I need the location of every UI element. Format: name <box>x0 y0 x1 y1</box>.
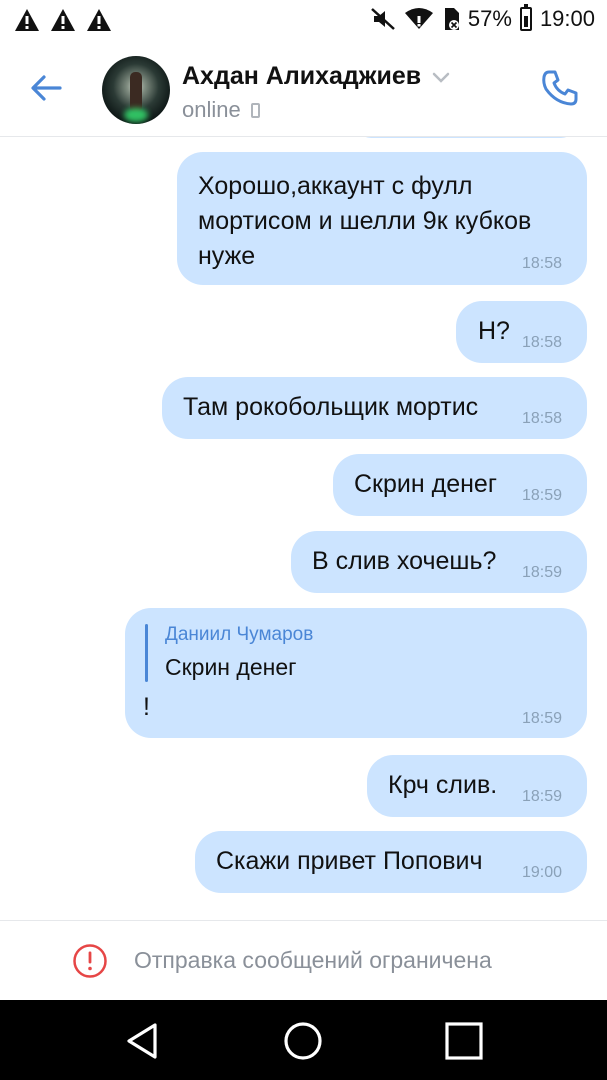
recents-nav-icon[interactable] <box>443 1020 485 1062</box>
reply-message-bubble[interactable]: Даниил Чумаров Скрин денег ! 18:59 <box>125 608 587 738</box>
chevron-down-icon[interactable] <box>432 72 450 84</box>
message-time: 18:58 <box>522 255 563 272</box>
reply-author[interactable]: Даниил Чумаров <box>165 624 313 646</box>
message-bubble[interactable]: Скажи привет Попович 19:00 <box>195 831 587 893</box>
message-text: Хорошо,аккаунт с фулл мортисом и шелли 9… <box>198 172 532 270</box>
message-bubble[interactable]: Скрин денег 18:59 <box>333 454 587 516</box>
back-arrow-icon[interactable] <box>26 70 66 106</box>
clock: 19:00 <box>539 6 595 31</box>
message-text: Крч слив. <box>388 771 498 799</box>
contact-status: online <box>182 97 260 123</box>
messaging-restricted-banner: Отправка сообщений ограничена <box>0 920 607 1001</box>
message-bubble[interactable]: Там рокобольщик мортис 18:58 <box>162 377 587 439</box>
exclamation-circle-icon <box>73 944 107 978</box>
sim-icon <box>444 8 459 30</box>
contact-name[interactable]: Ахдан Алихаджиев <box>182 62 421 91</box>
warning-notification-icon <box>51 9 75 31</box>
battery-percent: 57% <box>467 6 512 31</box>
wifi-icon <box>404 8 433 29</box>
mute-icon <box>371 8 395 30</box>
notification-icons <box>14 8 112 32</box>
back-nav-icon[interactable] <box>121 1020 163 1062</box>
message-time: 18:59 <box>522 564 563 581</box>
message-text: Скрин денег <box>354 470 497 498</box>
chat-header: Ахдан Алихаджиев online <box>0 42 607 137</box>
message-text: Скажи привет Попович <box>216 847 483 875</box>
message-time: 18:58 <box>522 334 563 351</box>
message-time: 19:00 <box>522 864 563 881</box>
home-nav-icon[interactable] <box>282 1020 324 1062</box>
reply-quote-bar <box>145 624 148 682</box>
message-text: Там рокобольщик мортис <box>183 393 479 421</box>
message-time: 18:59 <box>522 710 563 727</box>
warning-notification-icon <box>15 9 39 31</box>
message-text: Н? <box>478 317 510 345</box>
system-navigation-bar <box>0 1000 607 1080</box>
restriction-text: Отправка сообщений ограничена <box>134 947 492 973</box>
message-list[interactable]: Хорошо,аккаунт с фулл мортисом и шелли 9… <box>0 136 607 920</box>
contact-avatar[interactable] <box>102 56 170 124</box>
status-text: online <box>182 97 241 122</box>
message-time: 18:58 <box>522 410 563 427</box>
message-time: 18:59 <box>522 788 563 805</box>
phone-call-icon[interactable] <box>540 68 580 108</box>
warning-notification-icon <box>87 9 111 31</box>
battery-icon <box>519 4 532 31</box>
message-text: ! <box>143 693 150 721</box>
status-bar: 57% 19:00 <box>0 0 607 42</box>
system-indicators: 57% 19:00 <box>370 4 595 32</box>
message-bubble[interactable]: Н? 18:58 <box>456 301 587 363</box>
mobile-device-icon <box>250 103 260 118</box>
reply-quoted-text[interactable]: Скрин денег <box>165 654 297 681</box>
message-time: 18:59 <box>522 487 563 504</box>
message-text: В слив хочешь? <box>312 547 497 575</box>
message-bubble[interactable]: Хорошо,аккаунт с фулл мортисом и шелли 9… <box>177 152 587 285</box>
message-bubble[interactable]: Крч слив. 18:59 <box>367 755 587 817</box>
message-bubble[interactable]: В слив хочешь? 18:59 <box>291 531 587 593</box>
